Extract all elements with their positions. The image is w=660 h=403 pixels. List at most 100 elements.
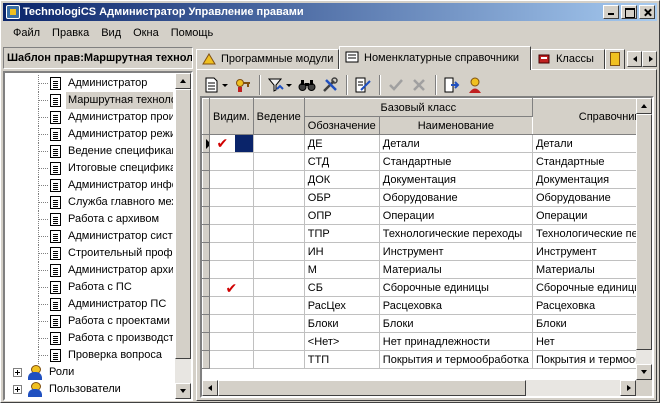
cell-designation[interactable]: ОБР <box>303 188 380 207</box>
table-row[interactable]: ОПР Операции Операции <box>202 206 652 225</box>
cell-maintain[interactable] <box>252 206 305 225</box>
tree-item[interactable]: Проверка вопроса <box>5 347 173 364</box>
cell-visible[interactable] <box>209 170 254 189</box>
tree-item[interactable]: Работа с проектами <box>5 313 173 330</box>
tree-root-item[interactable]: Роли <box>5 364 173 381</box>
cell-visible[interactable] <box>209 314 254 333</box>
table-row[interactable]: ИН Инструмент Инструмент <box>202 242 652 261</box>
menu-view[interactable]: Вид <box>95 24 127 42</box>
scroll-right-button[interactable] <box>620 380 636 396</box>
scroll-thumb[interactable] <box>636 114 652 350</box>
tree-item[interactable]: Работа с ПС <box>5 279 173 296</box>
title-bar[interactable]: TechnologiCS Администратор Управление пр… <box>3 3 657 21</box>
minimize-button[interactable] <box>603 5 619 19</box>
tree-item[interactable]: Администратор режима <box>5 126 173 143</box>
table-row[interactable]: РасЦех Расцеховка Расцеховка <box>202 296 652 315</box>
properties-button[interactable] <box>441 74 463 96</box>
tree-item[interactable]: Работа с производством <box>5 330 173 347</box>
cell-maintain[interactable] <box>252 188 305 207</box>
cell-name[interactable]: Стандартные <box>378 152 533 171</box>
cell-name[interactable]: Нет принадлежности <box>378 332 533 351</box>
cell-maintain[interactable] <box>252 152 305 171</box>
tree-item[interactable]: Строительный профиль <box>5 245 173 262</box>
table-row[interactable]: ТТП Покрытия и термообработка Покрытия и т… <box>202 350 652 369</box>
row-indicator[interactable] <box>202 206 210 225</box>
grid-horizontal-scrollbar[interactable] <box>202 380 636 396</box>
cell-designation[interactable]: СТД <box>303 152 380 171</box>
row-indicator[interactable] <box>202 224 210 243</box>
scroll-up-button[interactable] <box>175 73 191 89</box>
row-indicator[interactable] <box>202 134 210 153</box>
table-row[interactable]: ОБР Оборудование Оборудование <box>202 188 652 207</box>
cell-designation[interactable]: ИН <box>303 242 380 261</box>
cell-visible[interactable]: ✔ <box>209 278 254 297</box>
scroll-left-button[interactable] <box>202 380 218 396</box>
cell-maintain[interactable] <box>252 170 305 189</box>
cell-name[interactable]: Покрытия и термообработка <box>378 350 533 369</box>
cell-designation[interactable]: ТПР <box>303 224 380 243</box>
cell-designation[interactable]: ДОК <box>303 170 380 189</box>
filter-button[interactable] <box>265 74 295 96</box>
tree-item[interactable]: Маршрутная технология <box>5 92 173 109</box>
menu-windows[interactable]: Окна <box>127 24 165 42</box>
cell-visible[interactable] <box>209 242 254 261</box>
table-row[interactable]: ДОК Документация Документация <box>202 170 652 189</box>
cell-maintain[interactable] <box>252 134 305 153</box>
row-indicator[interactable] <box>202 242 210 261</box>
cell-maintain[interactable] <box>252 332 305 351</box>
tree-item[interactable]: Администратор производства <box>5 109 173 126</box>
tab-nomenclature-catalogs[interactable]: Номенклатурные справочники <box>339 46 531 70</box>
scroll-up-button[interactable] <box>636 98 652 114</box>
row-indicator[interactable] <box>202 314 210 333</box>
cell-name[interactable]: Блоки <box>378 314 533 333</box>
expand-icon[interactable] <box>13 368 22 377</box>
cell-visible[interactable]: ✔ <box>209 134 254 153</box>
tree-item[interactable]: Ведение спецификаций <box>5 143 173 160</box>
cell-name[interactable]: Документация <box>378 170 533 189</box>
key-button[interactable] <box>232 74 254 96</box>
table-row[interactable]: ✔ СБ Сборочные единицы Сборочные единицы <box>202 278 652 297</box>
scroll-down-button[interactable] <box>636 364 652 380</box>
cell-name[interactable]: Оборудование <box>378 188 533 207</box>
rights-tree[interactable]: Администратор Маршрутная технология Админи… <box>3 71 193 401</box>
table-row[interactable]: М Материалы Материалы <box>202 260 652 279</box>
user-button[interactable] <box>464 74 486 96</box>
tab-program-modules[interactable]: Программные модули <box>196 49 339 69</box>
header-visible[interactable]: Видим. <box>209 98 254 135</box>
cell-designation[interactable]: <Нет> <box>303 332 380 351</box>
cell-name[interactable]: Материалы <box>378 260 533 279</box>
tab-partial[interactable] <box>605 49 625 69</box>
row-indicator[interactable] <box>202 350 210 369</box>
row-indicator[interactable] <box>202 188 210 207</box>
cell-visible[interactable] <box>209 332 254 351</box>
table-row[interactable]: СТД Стандартные Стандартные <box>202 152 652 171</box>
header-designation[interactable]: Обозначение <box>303 116 380 135</box>
menu-edit[interactable]: Правка <box>46 24 95 42</box>
cell-designation[interactable]: ОПР <box>303 206 380 225</box>
scroll-down-button[interactable] <box>175 383 191 399</box>
expand-icon[interactable] <box>13 385 22 394</box>
tree-item[interactable]: Администратор <box>5 75 173 92</box>
tree-item[interactable]: Администратор ПС <box>5 296 173 313</box>
cell-designation[interactable]: ДЕ <box>303 134 380 153</box>
cell-designation[interactable]: ТТП <box>303 350 380 369</box>
cell-name[interactable]: Инструмент <box>378 242 533 261</box>
cell-visible[interactable] <box>209 152 254 171</box>
scroll-thumb[interactable] <box>175 89 191 359</box>
tab-classes[interactable]: Классы <box>531 49 605 69</box>
cell-designation[interactable]: М <box>303 260 380 279</box>
row-indicator[interactable] <box>202 278 210 297</box>
row-indicator[interactable] <box>202 152 210 171</box>
cell-maintain[interactable] <box>252 224 305 243</box>
cell-maintain[interactable] <box>252 296 305 315</box>
table-row[interactable]: Блоки Блоки Блоки <box>202 314 652 333</box>
cell-visible[interactable] <box>209 188 254 207</box>
table-row[interactable]: ✔ ДЕ Детали Детали <box>202 134 652 153</box>
cell-maintain[interactable] <box>252 314 305 333</box>
cell-maintain[interactable] <box>252 242 305 261</box>
grid-vertical-scrollbar[interactable] <box>636 98 652 380</box>
maximize-button[interactable] <box>621 5 637 19</box>
cell-maintain[interactable] <box>252 260 305 279</box>
scroll-thumb[interactable] <box>218 380 526 396</box>
cell-visible[interactable] <box>209 206 254 225</box>
